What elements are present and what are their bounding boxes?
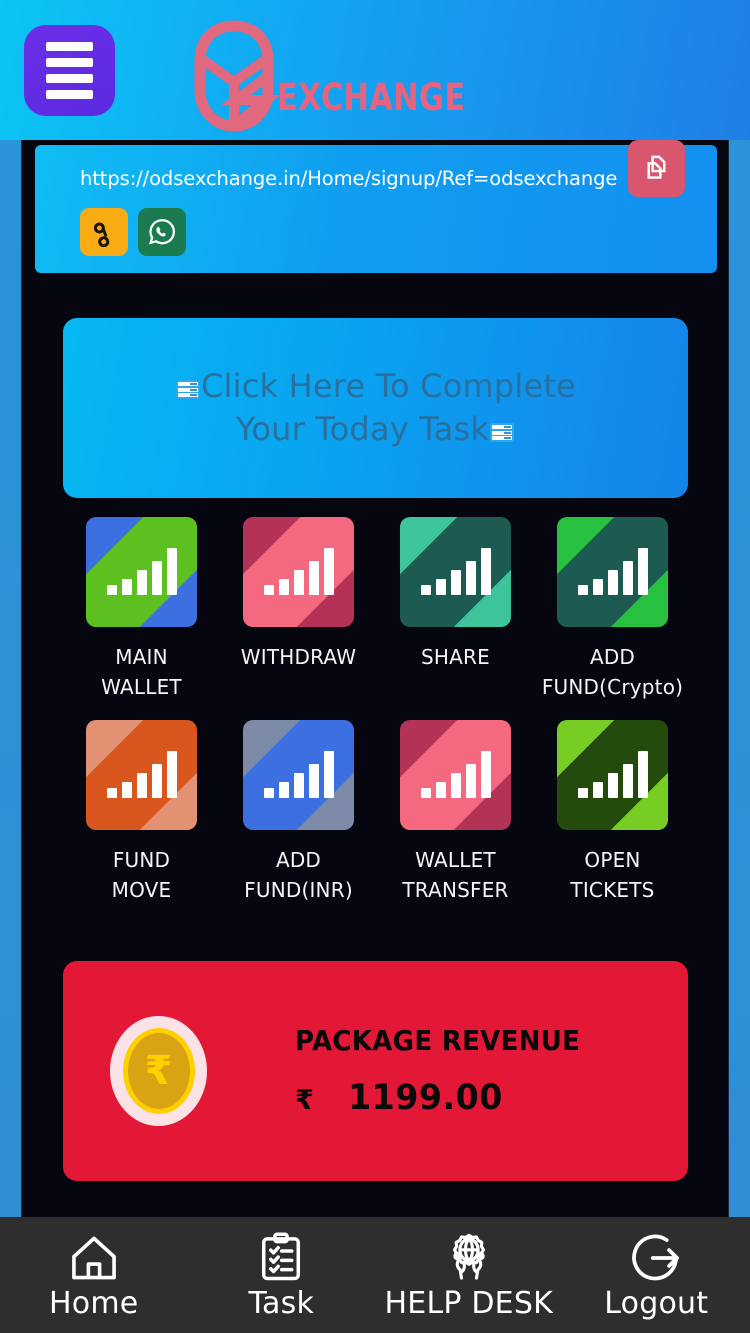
- task-banner-line-2: Your Today Task: [235, 410, 490, 448]
- nav-label: Home: [49, 1286, 139, 1322]
- form-list-icon: [176, 380, 201, 400]
- clipboard-checklist-icon: [262, 1232, 301, 1281]
- tile-label: MAIN WALLET: [101, 645, 182, 699]
- tile-label: FUND MOVE: [111, 848, 172, 902]
- nav-label: Task: [248, 1286, 315, 1322]
- bar-chart-icon: [86, 517, 197, 627]
- bar-chart-icon: [243, 720, 354, 830]
- nav-item-task[interactable]: Task: [188, 1217, 376, 1333]
- tile-fund-move[interactable]: FUND MOVE: [63, 720, 220, 905]
- hamburger-icon-bar: [46, 89, 93, 99]
- tile-label: OPEN TICKETS: [570, 848, 655, 902]
- whatsapp-icon: [149, 219, 175, 245]
- globe-support-icon: [452, 1234, 485, 1280]
- tile-share[interactable]: SHARE: [377, 517, 534, 702]
- tile-artwork: [557, 517, 668, 627]
- nav-item-logout[interactable]: Logout: [563, 1217, 750, 1333]
- page-background: https://odsexchange.in/Home/signup/Ref=o…: [0, 140, 750, 1217]
- copy-link-button[interactable]: [80, 208, 128, 256]
- form-list-icon: [490, 423, 515, 442]
- nav-item-home[interactable]: Home: [0, 1217, 188, 1333]
- revenue-text-block: PACKAGE REVENUE ₹ 1199.00: [295, 1024, 602, 1118]
- bottom-navigation-bar: Home Task HELP DESK Logout: [0, 1217, 750, 1333]
- ods-logo-icon: [194, 20, 281, 132]
- tile-add-fund-crypto[interactable]: ADD FUND(Crypto): [534, 517, 691, 702]
- bar-chart-icon: [86, 720, 197, 830]
- whatsapp-share-button[interactable]: [138, 208, 186, 256]
- tile-withdraw[interactable]: WITHDRAW: [220, 517, 377, 702]
- app-header: EXCHANGE: [0, 0, 750, 140]
- hamburger-icon-bar: [46, 57, 93, 67]
- nav-label: Logout: [604, 1286, 709, 1322]
- bar-chart-icon: [400, 720, 511, 830]
- copy-referral-button[interactable]: [628, 140, 685, 197]
- revenue-amount-row: ₹ 1199.00: [295, 1078, 602, 1118]
- tile-label: SHARE: [421, 645, 490, 669]
- tile-row: MAIN WALLET WITHDRAW SHARE ADD FUND(Cryp…: [63, 517, 691, 702]
- tile-label: ADD FUND(Crypto): [541, 645, 684, 699]
- nav-label: HELP DESK: [384, 1286, 553, 1322]
- tile-open-tickets[interactable]: OPEN TICKETS: [534, 720, 691, 905]
- revenue-title: PACKAGE REVENUE: [295, 1024, 581, 1057]
- nav-item-help-desk[interactable]: HELP DESK: [375, 1217, 563, 1333]
- tile-row: FUND MOVE ADD FUND(INR) WALLET TRANSFER …: [63, 720, 691, 905]
- rupee-coin-symbol: ₹: [122, 1028, 195, 1114]
- complete-task-banner[interactable]: Click Here To Complete Your Today Task: [63, 318, 688, 498]
- home-icon: [71, 1236, 116, 1280]
- tile-label: WITHDRAW: [240, 645, 357, 669]
- tile-label: WALLET TRANSFER: [402, 848, 509, 902]
- bar-chart-icon: [557, 517, 668, 627]
- rupee-coin-icon: ₹: [110, 1016, 207, 1126]
- package-revenue-card[interactable]: ₹ PACKAGE REVENUE ₹ 1199.00: [63, 961, 688, 1181]
- tile-artwork: [400, 517, 511, 627]
- referral-share-actions: [80, 208, 186, 256]
- referral-link-card: https://odsexchange.in/Home/signup/Ref=o…: [35, 140, 717, 273]
- task-banner-text: Click Here To Complete Your Today Task: [165, 365, 586, 450]
- chain-link-icon: [93, 222, 110, 247]
- tile-wallet-transfer[interactable]: WALLET TRANSFER: [377, 720, 534, 905]
- shortcut-tile-grid: MAIN WALLET WITHDRAW SHARE ADD FUND(Cryp…: [63, 517, 691, 905]
- revenue-currency-symbol: ₹: [295, 1085, 314, 1116]
- tile-artwork: [400, 720, 511, 830]
- tile-main-wallet[interactable]: MAIN WALLET: [63, 517, 220, 702]
- hamburger-icon-bar: [46, 41, 93, 51]
- logout-arrow-icon: [632, 1234, 680, 1281]
- copy-icon: [647, 155, 666, 179]
- referral-url-text: https://odsexchange.in/Home/signup/Ref=o…: [80, 167, 618, 190]
- tile-artwork: [86, 517, 197, 627]
- revenue-amount-value: 1199.00: [347, 1078, 503, 1118]
- content-surface: https://odsexchange.in/Home/signup/Ref=o…: [21, 140, 729, 1217]
- hamburger-icon-bar: [46, 73, 93, 83]
- brand-lockup: EXCHANGE: [186, 10, 507, 134]
- task-banner-line-1: Click Here To Complete: [201, 367, 576, 406]
- brand-wordmark: EXCHANGE: [277, 76, 466, 119]
- tile-add-fund-inr[interactable]: ADD FUND(INR): [220, 720, 377, 905]
- hamburger-menu-button[interactable]: [24, 24, 115, 116]
- tile-artwork: [243, 517, 354, 627]
- tile-artwork: [86, 720, 197, 830]
- bar-chart-icon: [243, 517, 354, 627]
- bar-chart-icon: [400, 517, 511, 627]
- bar-chart-icon: [557, 720, 668, 830]
- tile-label: ADD FUND(INR): [244, 848, 353, 902]
- tile-artwork: [243, 720, 354, 830]
- tile-artwork: [557, 720, 668, 830]
